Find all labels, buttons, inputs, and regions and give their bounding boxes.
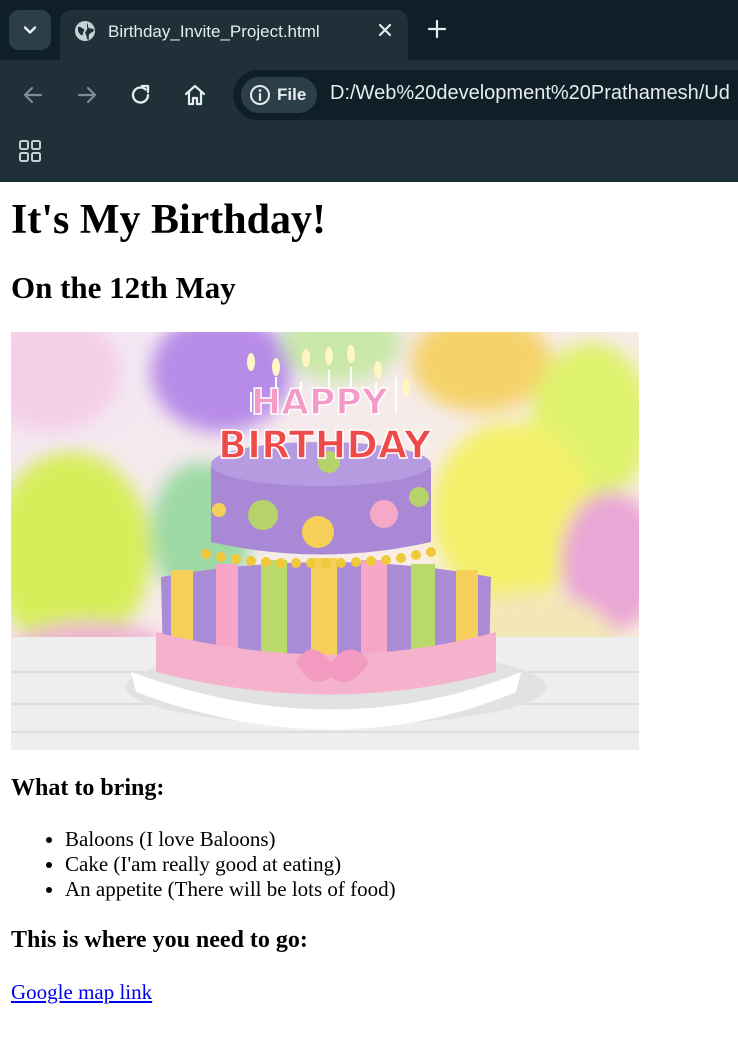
bring-list: Baloons (I love Baloons) Cake (I'am real… — [11, 827, 727, 902]
address-bar[interactable]: File D:/Web%20development%20Prathamesh/U… — [233, 70, 738, 120]
party-date: On the 12th May — [11, 270, 236, 306]
site-info-chip[interactable]: File — [241, 77, 317, 113]
close-icon[interactable] — [376, 21, 394, 39]
tab-active[interactable]: Birthday_Invite_Project.html — [60, 10, 408, 60]
toolbar: File D:/Web%20development%20Prathamesh/U… — [0, 60, 738, 130]
new-tab-icon[interactable] — [426, 18, 448, 40]
page-content: It's My Birthday! On the 12th May HAPPY … — [0, 196, 738, 1005]
google-map-link[interactable]: Google map link — [11, 980, 152, 1005]
list-item: Cake (I'am really good at eating) — [65, 852, 727, 877]
reload-icon[interactable] — [128, 82, 154, 108]
page-title: It's My Birthday! — [11, 197, 326, 243]
tab-strip: Birthday_Invite_Project.html — [0, 0, 738, 60]
back-arrow-icon[interactable] — [20, 82, 46, 108]
apps-grid-icon[interactable] — [18, 139, 42, 163]
globe-icon — [75, 21, 95, 41]
info-icon — [249, 84, 271, 106]
chevron-down-icon — [23, 26, 37, 34]
bookmarks-bar — [0, 130, 738, 182]
cake-text-birthday: BIRTHDAY — [218, 423, 432, 467]
bring-heading: What to bring: — [11, 774, 165, 801]
forward-arrow-icon[interactable] — [74, 82, 100, 108]
tab-search-button[interactable] — [9, 10, 51, 50]
cake-text-happy: HAPPY — [251, 382, 389, 423]
birthday-cake-image: HAPPY BIRTHDAY — [11, 331, 639, 750]
home-icon[interactable] — [182, 82, 208, 108]
location-heading: This is where you need to go: — [11, 926, 308, 953]
list-item: Baloons (I love Baloons) — [65, 827, 727, 852]
list-item: An appetite (There will be lots of food) — [65, 877, 727, 902]
url-text[interactable]: D:/Web%20development%20Prathamesh/Ud — [330, 82, 730, 105]
browser-chrome: Birthday_Invite_Project.html File D:/Web… — [0, 0, 738, 182]
tab-title: Birthday_Invite_Project.html — [108, 22, 320, 41]
site-chip-label: File — [277, 85, 307, 104]
